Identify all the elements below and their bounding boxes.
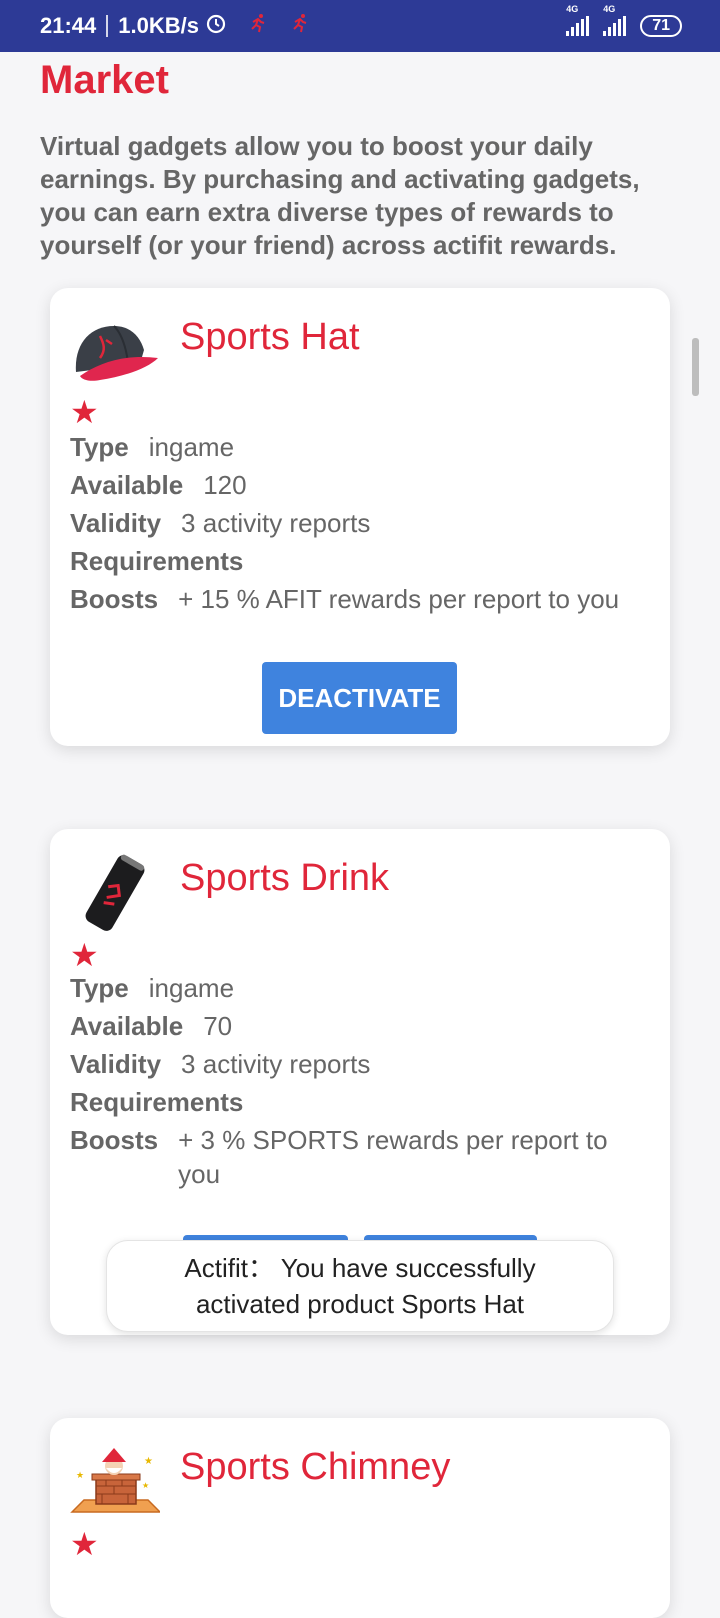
- detail-row-requirements: Requirements: [70, 542, 650, 580]
- detail-row-requirements: Requirements: [70, 1083, 650, 1121]
- available-label: Available: [70, 1011, 184, 1041]
- validity-value: 3 activity reports: [181, 508, 371, 538]
- boosts-value: + 3 % SPORTS rewards per report to you: [178, 1125, 608, 1189]
- product-name: Sports Chimney: [180, 1446, 451, 1488]
- signal-icon: 4G: [566, 4, 590, 36]
- validity-value: 3 activity reports: [181, 1049, 371, 1079]
- detail-row-type: Type ingame: [70, 428, 650, 466]
- svg-text:★: ★: [142, 1481, 149, 1490]
- detail-row-boosts: Boosts + 3 % SPORTS rewards per report to…: [70, 1121, 650, 1191]
- svg-text:★: ★: [76, 1470, 84, 1480]
- detail-row-validity: Validity 3 activity reports: [70, 1045, 650, 1083]
- deactivate-button[interactable]: DEACTIVATE: [262, 662, 457, 734]
- toast-message: Actifit： You have successfully activated…: [106, 1240, 614, 1332]
- validity-label: Validity: [70, 1049, 162, 1079]
- available-label: Available: [70, 470, 184, 500]
- alarm-icon: [205, 12, 227, 40]
- product-card: Sports Hat ★ Type ingame Available 120 Val…: [50, 288, 670, 746]
- star-icon: ★: [70, 937, 99, 973]
- product-name: Sports Hat: [180, 316, 360, 358]
- star-icon: ★: [70, 1526, 99, 1562]
- detail-row-boosts: Boosts + 15 % AFIT rewards per report to …: [70, 580, 650, 618]
- status-bar: 21:44 1.0KB/s 4G 4G 71: [0, 0, 720, 52]
- status-time: 21:44: [40, 13, 97, 38]
- detail-row-type: Type ingame: [70, 969, 650, 1007]
- available-value: 120: [203, 470, 247, 500]
- boosts-value: + 15 % AFIT rewards per report to you: [178, 584, 620, 614]
- type-value: ingame: [148, 973, 235, 1003]
- detail-row-available: Available 120: [70, 466, 650, 504]
- available-value: 70: [203, 1011, 233, 1041]
- network-type-label: 4G: [603, 4, 616, 14]
- network-speed: 1.0KB/s: [118, 13, 199, 38]
- page-title: Market: [40, 58, 169, 102]
- network-type-label: 4G: [566, 4, 579, 14]
- detail-row-available: Available 70: [70, 1007, 650, 1045]
- hat-icon: [70, 314, 160, 386]
- scrollbar[interactable]: [692, 338, 699, 396]
- requirements-label: Requirements: [70, 1087, 244, 1117]
- signal-icon: 4G: [603, 4, 627, 36]
- product-name: Sports Drink: [180, 857, 390, 899]
- type-label: Type: [70, 973, 129, 1003]
- validity-label: Validity: [70, 508, 162, 538]
- type-label: Type: [70, 432, 129, 462]
- chimney-icon: ★ ★ ★: [70, 1448, 162, 1520]
- boosts-label: Boosts: [70, 1125, 159, 1155]
- product-details: Type ingame Available 70 Validity 3 activit…: [70, 969, 650, 1191]
- product-card: ★ ★ ★ Sports Chimney ★: [50, 1418, 670, 1618]
- running-icon: [289, 12, 311, 40]
- svg-text:★: ★: [144, 1456, 153, 1467]
- boosts-label: Boosts: [70, 584, 159, 614]
- product-details: Type ingame Available 120 Validity 3 activi…: [70, 428, 650, 618]
- battery-icon: 71: [640, 15, 682, 37]
- running-icon: [247, 12, 269, 40]
- requirements-label: Requirements: [70, 546, 244, 576]
- drink-can-icon: [70, 851, 160, 931]
- status-separator: [106, 15, 109, 37]
- detail-row-validity: Validity 3 activity reports: [70, 504, 650, 542]
- page-intro: Virtual gadgets allow you to boost your …: [40, 131, 640, 260]
- type-value: ingame: [148, 432, 235, 462]
- star-icon: ★: [70, 394, 99, 430]
